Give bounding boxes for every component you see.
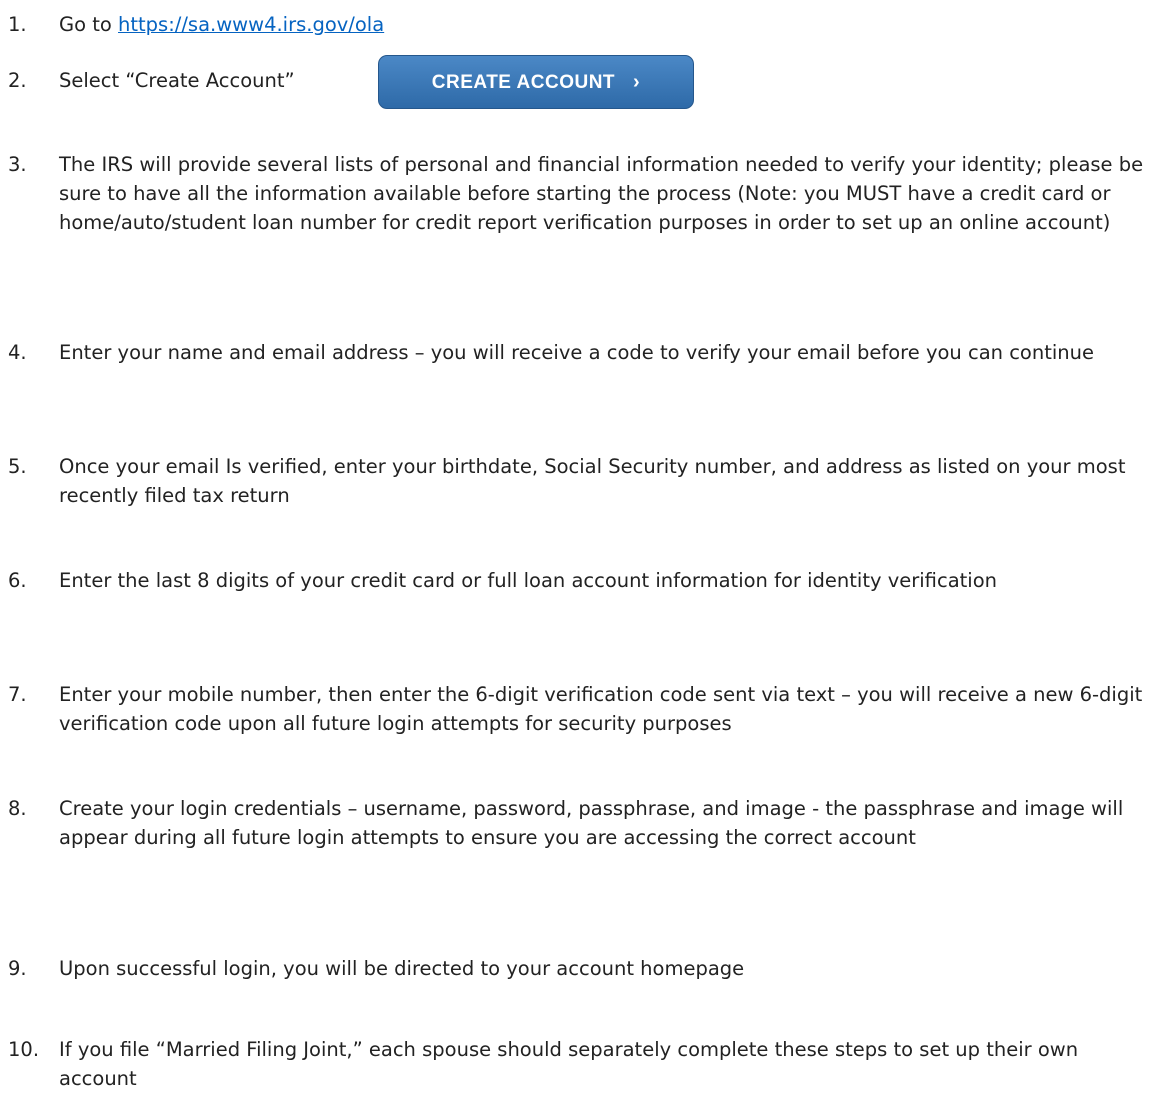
list-number: 4. [8,341,27,364]
list-number: 7. [8,683,27,706]
list-number: 2. [8,69,27,92]
list-text: Enter your mobile number, then enter the… [59,683,1143,735]
list-text: The IRS will provide several lists of pe… [59,153,1144,234]
list-text: Once your email Is verified, enter your … [59,455,1126,507]
list-text: If you file “Married Filing Joint,” each… [59,1038,1079,1090]
list-text: Enter the last 8 digits of your credit c… [59,569,997,592]
list-text: Go to https://sa.www4.irs.gov/ola [59,13,385,36]
chevron-right-icon: › [633,71,641,93]
list-number: 6. [8,569,27,592]
list-text: Create your login credentials – username… [59,797,1124,849]
list-number: 5. [8,455,27,478]
list-number: 9. [8,957,27,980]
ola-link[interactable]: https://sa.www4.irs.gov/ola [118,13,384,36]
list-number: 1. [8,13,27,36]
list-text: Upon successful login, you will be direc… [59,957,745,980]
list-number: 10. [8,1038,40,1061]
list-text: Enter your name and email address – you … [59,341,1094,364]
list-number: 3. [8,153,27,176]
create-account-label: CREATE ACCOUNT [431,71,616,93]
create-account-button[interactable]: CREATE ACCOUNT › [378,55,694,109]
list-number: 8. [8,797,27,820]
